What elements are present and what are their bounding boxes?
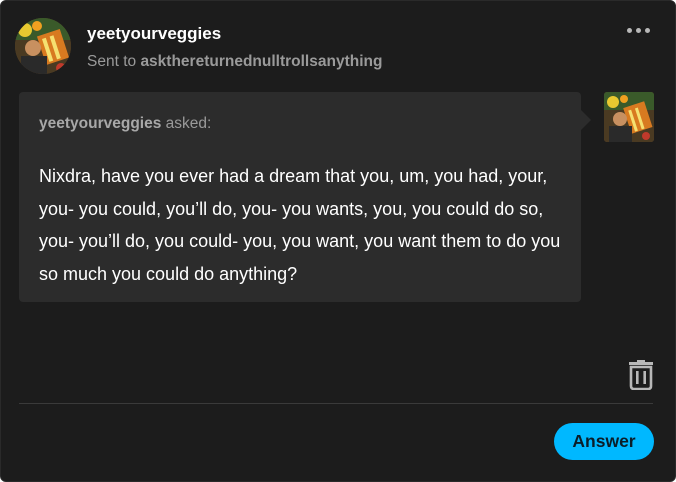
divider [19, 403, 653, 404]
asker-line: yeetyourveggies asked: [39, 115, 211, 133]
recipient-name[interactable]: askthereturnednulltrollsanything [140, 53, 382, 70]
asker-avatar[interactable] [604, 92, 654, 142]
author-avatar[interactable] [15, 18, 71, 74]
asker-name[interactable]: yeetyourveggies [39, 115, 161, 132]
asked-label: asked: [165, 115, 212, 132]
trash-icon[interactable] [627, 360, 655, 391]
ask-bubble: yeetyourveggies asked: Nixdra, have you … [19, 92, 591, 302]
sent-to-label: Sent to [87, 53, 137, 70]
post-header: yeetyourveggies Sent to askthereturnednu… [15, 18, 665, 74]
author-name[interactable]: yeetyourveggies [87, 24, 221, 44]
ask-card: yeetyourveggies Sent to askthereturnednu… [0, 0, 676, 482]
sent-to-line: Sent to askthereturnednulltrollsanything [87, 53, 382, 71]
question-text: Nixdra, have you ever had a dream that y… [39, 166, 561, 284]
answer-button[interactable]: Answer [554, 423, 654, 460]
more-options-icon[interactable] [625, 19, 653, 39]
